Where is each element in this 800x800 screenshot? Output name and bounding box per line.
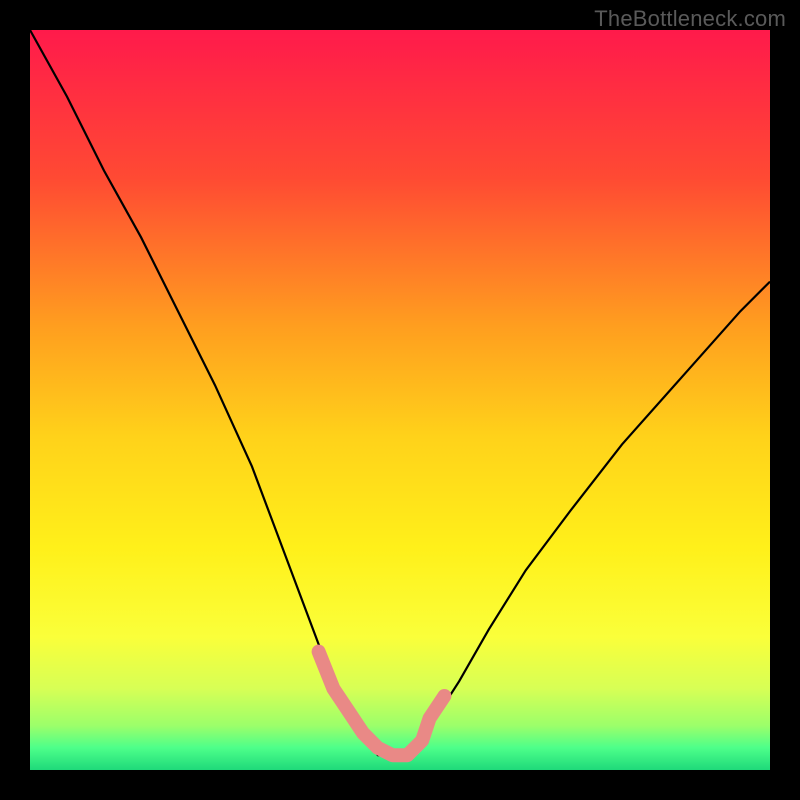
plot-background bbox=[30, 30, 770, 770]
watermark-text: TheBottleneck.com bbox=[594, 6, 786, 32]
chart-frame: TheBottleneck.com bbox=[0, 0, 800, 800]
bottleneck-chart bbox=[0, 0, 800, 800]
